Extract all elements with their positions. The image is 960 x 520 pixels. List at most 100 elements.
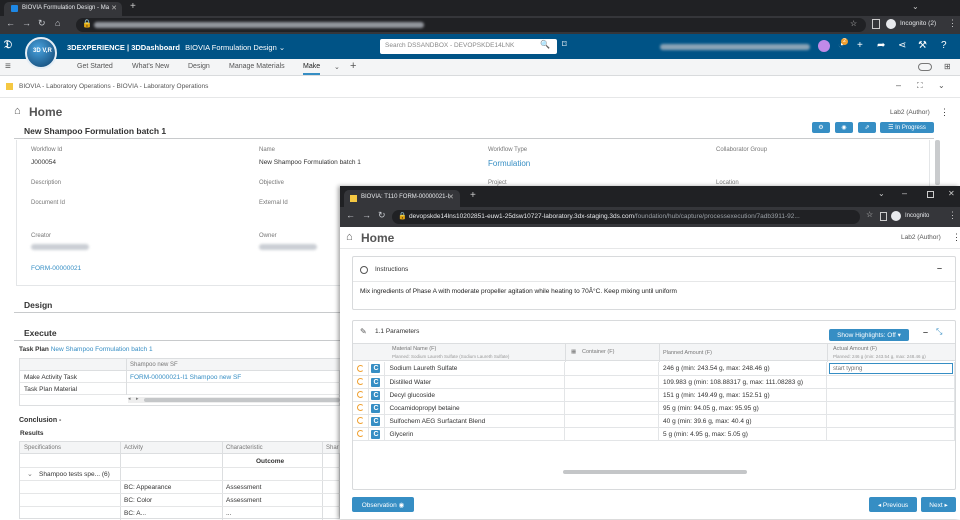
design-section-title[interactable]: Design xyxy=(24,300,52,310)
bookmark-star-icon[interactable]: ☆ xyxy=(866,210,873,219)
new-tab-icon[interactable]: + xyxy=(130,1,136,12)
tab-whats-new[interactable]: What's New xyxy=(132,63,169,70)
actual-amount-input[interactable] xyxy=(828,363,953,374)
container-cell[interactable] xyxy=(564,427,660,441)
menu-dots-icon[interactable]: ⋮ xyxy=(948,210,957,221)
home-icon[interactable]: ⌂ xyxy=(14,105,21,117)
table-row[interactable]: ⌄ Shampoo tests spe... (6) xyxy=(20,468,340,481)
search-icon[interactable]: 🔍 xyxy=(540,40,550,49)
menu-dots-icon[interactable]: ⋮ xyxy=(948,18,957,29)
scrollbar-thumb[interactable] xyxy=(144,398,340,402)
formulation-link[interactable]: FORM-00000021 xyxy=(31,265,81,272)
edit-icon[interactable]: ✎ xyxy=(360,327,367,336)
scroll-left-icon[interactable]: ◂ xyxy=(128,396,131,402)
close-window-icon[interactable]: ✕ xyxy=(948,189,955,198)
app-title[interactable]: 3DEXPERIENCE | 3DDashboard BIOVIA Formul… xyxy=(67,43,285,52)
table-row[interactable]: Make Activity Task FORM-00000021-I1 Sham… xyxy=(20,371,340,383)
home-icon[interactable]: ⌂ xyxy=(346,231,353,243)
popup-tab[interactable]: BIOVIA: T110 FORM-00000021-I ✕ xyxy=(344,190,460,207)
avatar[interactable] xyxy=(818,40,830,52)
add-tab-icon[interactable]: + xyxy=(350,60,356,72)
previous-button[interactable]: ◂ Previous xyxy=(869,497,917,512)
role-label[interactable]: Lab2 (Author) xyxy=(901,234,941,241)
collapse-icon[interactable]: – xyxy=(923,327,928,337)
horizontal-scrollbar[interactable] xyxy=(563,470,747,474)
scrollbar[interactable] xyxy=(935,140,940,185)
actual-amount-cell[interactable] xyxy=(826,375,956,389)
actual-amount-cell[interactable] xyxy=(826,414,956,428)
tag-icon[interactable]: ⌑ xyxy=(562,39,567,50)
execute-section-title[interactable]: Execute xyxy=(24,328,57,338)
next-button[interactable]: Next ▸ xyxy=(921,497,956,512)
actual-amount-cell[interactable] xyxy=(826,401,956,415)
forward-icon[interactable]: → xyxy=(362,210,371,220)
capture-icon[interactable]: C xyxy=(371,364,381,373)
pin-icon[interactable]: ⊞ xyxy=(944,62,951,71)
table-row[interactable]: BC: A... ... xyxy=(20,507,340,520)
minimize-window-icon[interactable]: – xyxy=(902,188,907,198)
view-button[interactable]: ◉ xyxy=(835,122,853,133)
more-options-icon[interactable]: ⋮ xyxy=(952,232,960,243)
material-row[interactable]: C Decyl glucoside 151 g (min: 149.49 g, ma… xyxy=(353,388,956,402)
back-icon[interactable]: ← xyxy=(6,18,15,28)
address-bar[interactable]: 🔒 ☆ xyxy=(76,18,866,32)
collapse-icon[interactable]: – xyxy=(937,263,942,273)
chevron-down-icon[interactable]: ⌄ xyxy=(27,470,33,478)
table-row[interactable]: BC: Appearance Assessment xyxy=(20,481,340,494)
chevron-down-icon[interactable]: ⌄ xyxy=(878,189,885,198)
expand-icon[interactable]: ⤡ xyxy=(936,327,942,337)
capture-icon[interactable]: C xyxy=(371,403,381,413)
material-row[interactable]: C Distilled Water 109.983 g (min: 108.8831… xyxy=(353,375,956,389)
container-cell[interactable] xyxy=(564,375,660,389)
sidebar-icon[interactable] xyxy=(872,19,880,29)
sidebar-icon[interactable] xyxy=(880,212,887,221)
info-button[interactable]: ⚙ xyxy=(812,122,830,133)
hamburger-icon[interactable]: ≡ xyxy=(5,61,11,72)
tab-design[interactable]: Design xyxy=(188,63,210,70)
incognito-label[interactable]: Incognito (2) xyxy=(900,20,936,27)
new-tab-icon[interactable]: + xyxy=(470,190,476,201)
tools-icon[interactable]: ⚒ xyxy=(918,40,927,51)
table-row[interactable]: BC: Color Assessment xyxy=(20,494,340,507)
capture-icon[interactable]: C xyxy=(371,429,381,439)
forward-icon[interactable]: → xyxy=(22,18,31,28)
show-highlights-button[interactable]: Show Highlights: Off ▾ xyxy=(829,329,909,341)
tab-get-started[interactable]: Get Started xyxy=(77,63,113,70)
search-input[interactable]: Search DSSANDBOX - DEVOPSKDE14LNK xyxy=(380,39,557,54)
minimize-icon[interactable]: ⌄ xyxy=(912,2,919,11)
reload-icon[interactable]: ↻ xyxy=(38,18,46,29)
scroll-right-icon[interactable]: ▸ xyxy=(136,396,139,402)
incognito-label[interactable]: Incognito xyxy=(905,213,929,219)
material-row[interactable]: C Glycerin 5 g (min: 4.95 g, max: 5.05 g) xyxy=(353,427,956,441)
capture-icon[interactable]: C xyxy=(371,377,381,387)
capture-icon[interactable]: C xyxy=(371,416,381,426)
toggle-icon[interactable] xyxy=(918,63,932,71)
step-status-icon[interactable] xyxy=(360,266,368,274)
share-network-icon[interactable]: ⋖ xyxy=(898,40,906,51)
tab-make[interactable]: Make xyxy=(303,63,321,75)
capture-icon[interactable]: C xyxy=(371,390,381,400)
reload-icon[interactable]: ↻ xyxy=(378,210,386,221)
role-label[interactable]: Lab2 (Author) xyxy=(890,109,930,116)
material-row[interactable]: C Cocamidopropyl betaine 95 g (min: 94.05 … xyxy=(353,401,956,415)
compass-logo[interactable]: 3D V,R xyxy=(25,37,57,69)
container-cell[interactable] xyxy=(564,362,660,376)
workflow-type-link[interactable]: Formulation xyxy=(488,159,530,168)
container-cell[interactable] xyxy=(564,414,660,428)
browser-tab[interactable]: BIOVIA Formulation Design - Ma ✕ xyxy=(4,2,122,16)
container-cell[interactable] xyxy=(564,401,660,415)
bookmark-star-icon[interactable]: ☆ xyxy=(850,19,857,28)
horizontal-scrollbar[interactable]: ◂ ▸ xyxy=(128,396,340,403)
status-button[interactable]: ☰ In Progress xyxy=(880,122,934,133)
minimize-widget-icon[interactable]: – xyxy=(896,80,901,90)
actual-amount-cell[interactable] xyxy=(826,388,956,402)
maximize-icon[interactable]: ⛶ xyxy=(917,81,923,91)
observation-button[interactable]: Observation ◉ xyxy=(352,497,414,512)
home-icon[interactable]: ⌂ xyxy=(55,18,60,28)
tab-manage-materials[interactable]: Manage Materials xyxy=(229,63,285,70)
actual-amount-cell[interactable] xyxy=(826,427,956,441)
share-icon[interactable]: ➦ xyxy=(877,40,885,51)
share-button[interactable]: ⇗ xyxy=(858,122,876,133)
material-row[interactable]: C Sodium Laureth Sulfate 246 g (min: 243.5… xyxy=(353,362,956,376)
tab-menu-chevron-icon[interactable]: ⌄ xyxy=(334,63,340,71)
